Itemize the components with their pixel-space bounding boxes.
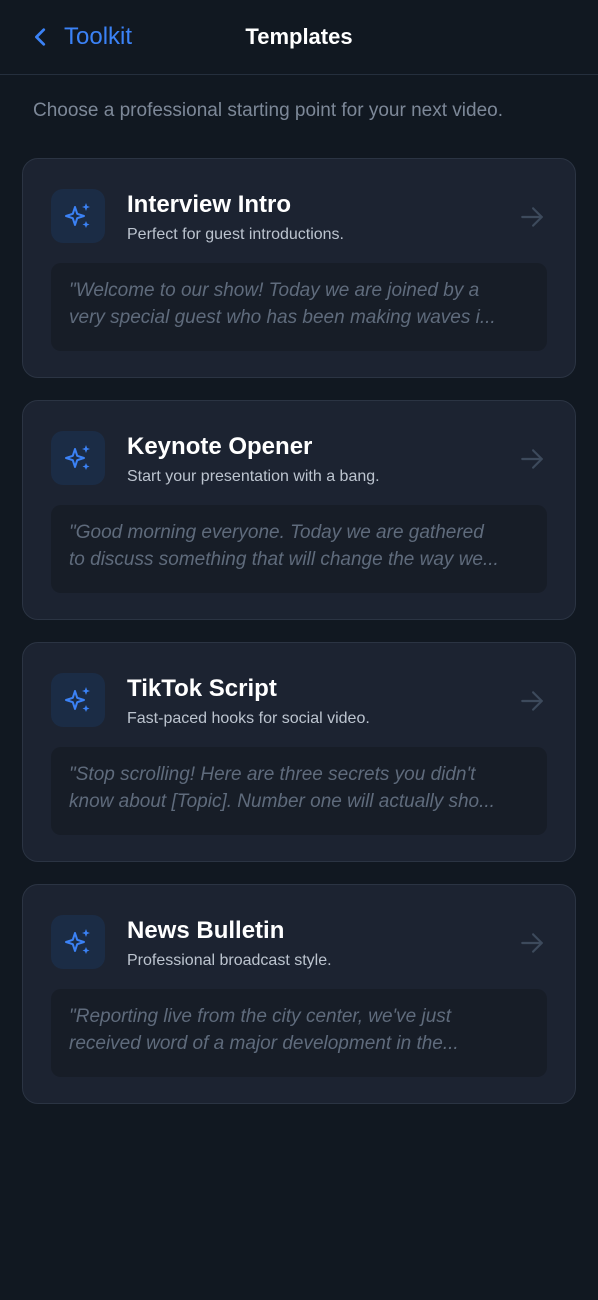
template-card-news-bulletin[interactable]: News Bulletin Professional broadcast sty… [22,884,576,1104]
arrow-right-icon [521,449,543,469]
template-preview: "Welcome to our show! Today we are joine… [51,263,547,351]
preview-line: "Good morning everyone. Today we are gat… [69,522,484,543]
arrow-right-icon [521,691,543,711]
template-card-keynote-opener[interactable]: Keynote Opener Start your presentation w… [22,400,576,620]
preview-line: "Welcome to our show! Today we are joine… [69,280,480,301]
template-title: TikTok Script [127,675,277,702]
template-title: Keynote Opener [127,433,313,460]
template-list: Interview Intro Perfect for guest introd… [22,158,576,1126]
page-title: Templates [245,24,353,49]
template-title: News Bulletin [127,917,285,944]
sparkles-icon [65,929,90,954]
preview-line: received word of a major development in … [69,1033,459,1054]
template-description: Start your presentation with a bang. [127,468,380,485]
template-preview: "Reporting live from the city center, we… [51,989,547,1077]
template-card-interview-intro[interactable]: Interview Intro Perfect for guest introd… [22,158,576,378]
arrow-right-icon [521,207,543,227]
template-description: Perfect for guest introductions. [127,226,344,243]
preview-line: "Stop scrolling! Here are three secrets … [69,764,476,785]
preview-line: "Reporting live from the city center, we… [69,1006,452,1027]
sparkles-icon [65,445,90,470]
sparkles-icon [65,687,90,712]
preview-line: to discuss something that will change th… [69,549,499,570]
template-description: Professional broadcast style. [127,952,332,969]
template-icon-box [51,915,105,969]
template-description: Fast-paced hooks for social video. [127,710,370,727]
page-subtitle: Choose a professional starting point for… [33,100,503,121]
template-icon-box [51,673,105,727]
sparkles-icon [65,203,90,228]
template-preview: "Good morning everyone. Today we are gat… [51,505,547,593]
top-nav-bar: Toolkit Templates [0,0,598,75]
template-icon-box [51,189,105,243]
template-preview: "Stop scrolling! Here are three secrets … [51,747,547,835]
template-title: Interview Intro [127,191,292,218]
template-card-tiktok-script[interactable]: TikTok Script Fast-paced hooks for socia… [22,642,576,862]
arrow-right-icon [521,933,543,953]
preview-line: know about [Topic]. Number one will actu… [69,791,495,812]
template-icon-box [51,431,105,485]
preview-line: very special guest who has been making w… [69,307,496,328]
